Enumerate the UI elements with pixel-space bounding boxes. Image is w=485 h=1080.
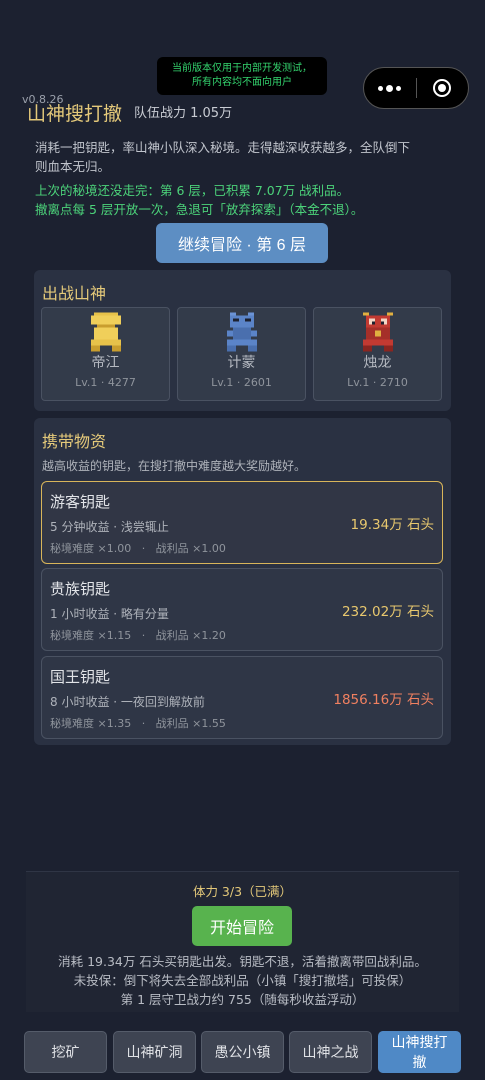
key-option-king[interactable]: 国王钥匙 8 小时收益 · 一夜回到解放前 秘境难度 ×1.35 · 战利品 ×… xyxy=(41,656,443,739)
dev-notice: 当前版本仅用于内部开发测试， 所有内容均不面向用户 xyxy=(157,57,327,95)
footer-info-cost: 消耗 19.34万 石头买钥匙出发。钥匙不退，活着撤离带回战利品。 xyxy=(58,954,427,969)
footer-panel: 体力 3/3（已满） 开始冒险 消耗 19.34万 石头买钥匙出发。钥匙不退，活… xyxy=(26,871,459,1012)
hero-meta: Lv.1 · 4277 xyxy=(75,376,136,389)
key-desc: 5 分钟收益 · 浅尝辄止 xyxy=(50,520,169,534)
hero-name: 烛龙 xyxy=(363,355,392,371)
key-multipliers: 秘境难度 ×1.00 · 战利品 ×1.00 xyxy=(50,542,226,555)
hero-name: 帝江 xyxy=(91,355,120,371)
stamina-label: 体力 3/3（已满） xyxy=(192,884,293,899)
key-name: 国王钥匙 xyxy=(50,668,111,686)
tab-search-extract[interactable]: 山神搜打撤 xyxy=(378,1031,461,1073)
hero-meta: Lv.1 · 2710 xyxy=(347,376,408,389)
zhulong-sprite-icon xyxy=(363,312,393,352)
key-desc: 8 小时收益 · 一夜回到解放前 xyxy=(50,695,205,709)
key-price: 1856.16万 石头 xyxy=(333,692,434,708)
tab-mountain-battle[interactable]: 山神之战 xyxy=(289,1031,372,1073)
hero-card-zhulong[interactable]: 烛龙 Lv.1 · 2710 xyxy=(313,307,442,401)
heroes-panel: 出战山神 帝江 Lv.1 · 4277 计蒙 Lv.1 · 2601 烛龙 Lv… xyxy=(34,270,451,411)
key-option-noble[interactable]: 贵族钥匙 1 小时收益 · 略有分量 秘境难度 ×1.15 · 战利品 ×1.2… xyxy=(41,568,443,651)
key-multipliers: 秘境难度 ×1.35 · 战利品 ×1.55 xyxy=(50,717,226,730)
key-desc: 1 小时收益 · 略有分量 xyxy=(50,607,169,621)
items-title: 携带物资 xyxy=(42,432,107,451)
jimeng-sprite-icon xyxy=(227,312,257,352)
key-multipliers: 秘境难度 ×1.15 · 战利品 ×1.20 xyxy=(50,629,226,642)
heroes-title: 出战山神 xyxy=(42,284,107,303)
description-line1: 消耗一把钥匙，率山神小队深入秘境。走得越深收获越多，全队倒下 xyxy=(35,140,411,155)
tab-mountain-mine[interactable]: 山神矿洞 xyxy=(113,1031,196,1073)
footer-info-insurance: 未投保：倒下将失去全部战利品（小镇「搜打撤塔」可投保） xyxy=(73,973,412,988)
key-name: 游客钥匙 xyxy=(50,493,111,511)
dijiang-sprite-icon xyxy=(91,312,121,352)
more-dots-icon[interactable] xyxy=(364,68,416,108)
tab-mining[interactable]: 挖矿 xyxy=(24,1031,107,1073)
key-option-tourist[interactable]: 游客钥匙 5 分钟收益 · 浅尝辄止 秘境难度 ×1.00 · 战利品 ×1.0… xyxy=(41,481,443,564)
bottom-tab-bar: 挖矿 山神矿洞 愚公小镇 山神之战 山神搜打撤 xyxy=(24,1031,464,1073)
key-price: 19.34万 石头 xyxy=(350,517,434,533)
hero-meta: Lv.1 · 2601 xyxy=(211,376,272,389)
mini-program-capsule xyxy=(363,67,469,109)
dev-notice-line1: 当前版本仅用于内部开发测试， xyxy=(172,63,312,74)
description: 消耗一把钥匙，率山神小队深入秘境。走得越深收获越多，全队倒下 则血本无归。 xyxy=(35,138,455,176)
continue-button[interactable]: 继续冒险 · 第 6 层 xyxy=(156,223,328,263)
dev-notice-line2: 所有内容均不面向用户 xyxy=(192,77,292,88)
hero-name: 计蒙 xyxy=(227,355,256,371)
tab-yugong-town[interactable]: 愚公小镇 xyxy=(201,1031,284,1073)
footer-info-guard: 第 1 层守卫战力约 755（随每秒收益浮动） xyxy=(120,992,365,1007)
hero-card-jimeng[interactable]: 计蒙 Lv.1 · 2601 xyxy=(177,307,306,401)
start-adventure-button[interactable]: 开始冒险 xyxy=(192,906,292,946)
progress-line1: 上次的秘境还没走完：第 6 层，已积累 7.07万 战利品。 xyxy=(35,183,350,198)
description-line2: 则血本无归。 xyxy=(35,159,111,174)
target-close-icon[interactable] xyxy=(416,68,468,108)
hero-card-dijiang[interactable]: 帝江 Lv.1 · 4277 xyxy=(41,307,170,401)
key-price: 232.02万 石头 xyxy=(341,604,434,620)
key-name: 贵族钥匙 xyxy=(50,580,111,598)
progress-line2: 撤离点每 5 层开放一次，急退可「放弃探索」（本金不退）。 xyxy=(35,202,364,217)
items-hint: 越高收益的钥匙，在搜打撤中难度越大奖励越好。 xyxy=(42,459,307,473)
team-power: 队伍战力 1.05万 xyxy=(134,106,233,121)
page-title: 山神搜打撤 xyxy=(27,103,123,125)
